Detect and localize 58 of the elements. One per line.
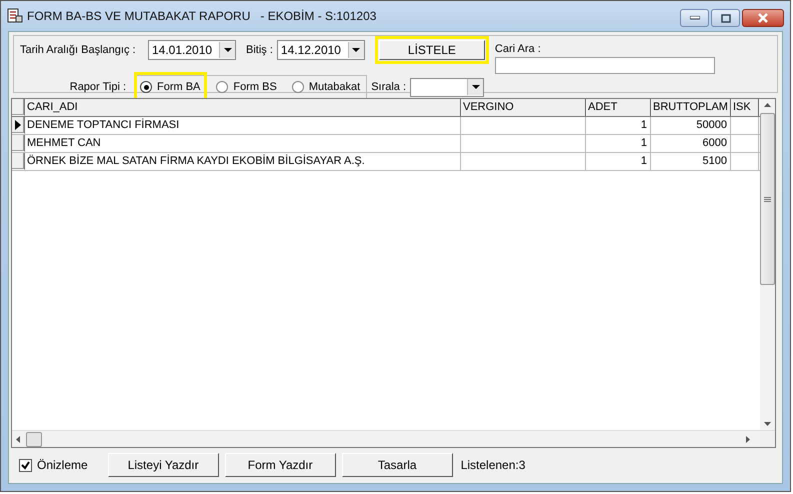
- column-header[interactable]: CARI_ADI: [25, 99, 461, 116]
- scroll-up-icon[interactable]: [764, 103, 771, 107]
- grip-icon: [764, 196, 771, 202]
- preview-checkbox[interactable]: Önizleme: [19, 458, 88, 472]
- report-type-radio[interactable]: Form BA: [137, 81, 200, 93]
- minimize-icon: [690, 16, 700, 20]
- scroll-left-icon[interactable]: [16, 436, 20, 442]
- sort-label: Sırala :: [371, 81, 406, 93]
- scroll-down-icon[interactable]: [764, 422, 771, 426]
- sort-dropdown[interactable]: [410, 78, 484, 96]
- document-icon: [7, 8, 23, 24]
- column-header[interactable]: BRUTTOPLAM: [651, 99, 731, 116]
- report-type-label: Rapor Tipi :: [68, 81, 126, 93]
- horizontal-scrollbar[interactable]: [12, 430, 775, 447]
- report-type-radio[interactable]: Form BS: [213, 81, 277, 93]
- radio-indicator[interactable]: [140, 81, 152, 93]
- vertical-scrollbar[interactable]: [760, 99, 775, 430]
- table-cell: 1: [586, 153, 651, 170]
- report-type-radio[interactable]: Mutabakat: [288, 81, 360, 93]
- start-date-dropdown[interactable]: 14.01.2010: [148, 40, 236, 60]
- window-title: FORM BA-BS VE MUTABAKAT RAPORU - EKOBİM - S:101203: [27, 9, 376, 23]
- end-date-label: Bitiş :: [246, 44, 273, 56]
- table-cell: ÖRNEK BİZE MAL SATAN FİRMA KAYDI EKOBİM BİLGİSAYAR A.Ş.: [25, 153, 461, 170]
- scroll-thumb[interactable]: [26, 432, 42, 446]
- close-icon: [757, 13, 769, 23]
- end-date-dropdown[interactable]: 14.12.2010: [276, 40, 365, 60]
- table-cell: DENEME TOPTANCI FİRMASI: [25, 117, 461, 134]
- listed-count: Listelenen:3: [460, 458, 526, 472]
- caret-icon: [472, 85, 480, 89]
- maximize-button[interactable]: [711, 9, 740, 27]
- table-cell: 1: [586, 135, 651, 152]
- start-date-label: Tarih Aralığı Başlangıç :: [20, 44, 137, 56]
- current-row-icon: [15, 120, 21, 130]
- radio-indicator[interactable]: [292, 81, 304, 93]
- maximize-icon: [720, 14, 730, 22]
- table-cell: 6000: [651, 135, 731, 152]
- print-button[interactable]: Listeyi Yazdır: [108, 453, 219, 477]
- column-header[interactable]: ADET: [586, 99, 651, 116]
- table-cell: 50000: [651, 117, 731, 134]
- caret-icon: [224, 48, 232, 52]
- radio-indicator[interactable]: [216, 81, 228, 93]
- scroll-thumb[interactable]: [760, 113, 775, 285]
- print-button[interactable]: Tasarla: [342, 453, 453, 477]
- scroll-right-icon[interactable]: [746, 436, 750, 442]
- table-cell: 1: [586, 117, 651, 134]
- caret-icon: [352, 48, 360, 52]
- row-indicator[interactable]: [12, 117, 25, 134]
- column-header[interactable]: VERGINO: [461, 99, 586, 116]
- table-cell: 5100: [651, 153, 731, 170]
- list-button[interactable]: LİSTELE: [378, 40, 485, 60]
- table-cell: MEHMET CAN: [25, 135, 461, 152]
- column-header[interactable]: ISK: [731, 99, 759, 116]
- minimize-button[interactable]: [680, 9, 709, 27]
- close-button[interactable]: [742, 9, 784, 27]
- checkmark-icon: [21, 460, 30, 470]
- print-button[interactable]: Form Yazdır: [224, 453, 336, 477]
- search-label: Cari Ara :: [494, 43, 542, 55]
- search-field[interactable]: [494, 57, 715, 74]
